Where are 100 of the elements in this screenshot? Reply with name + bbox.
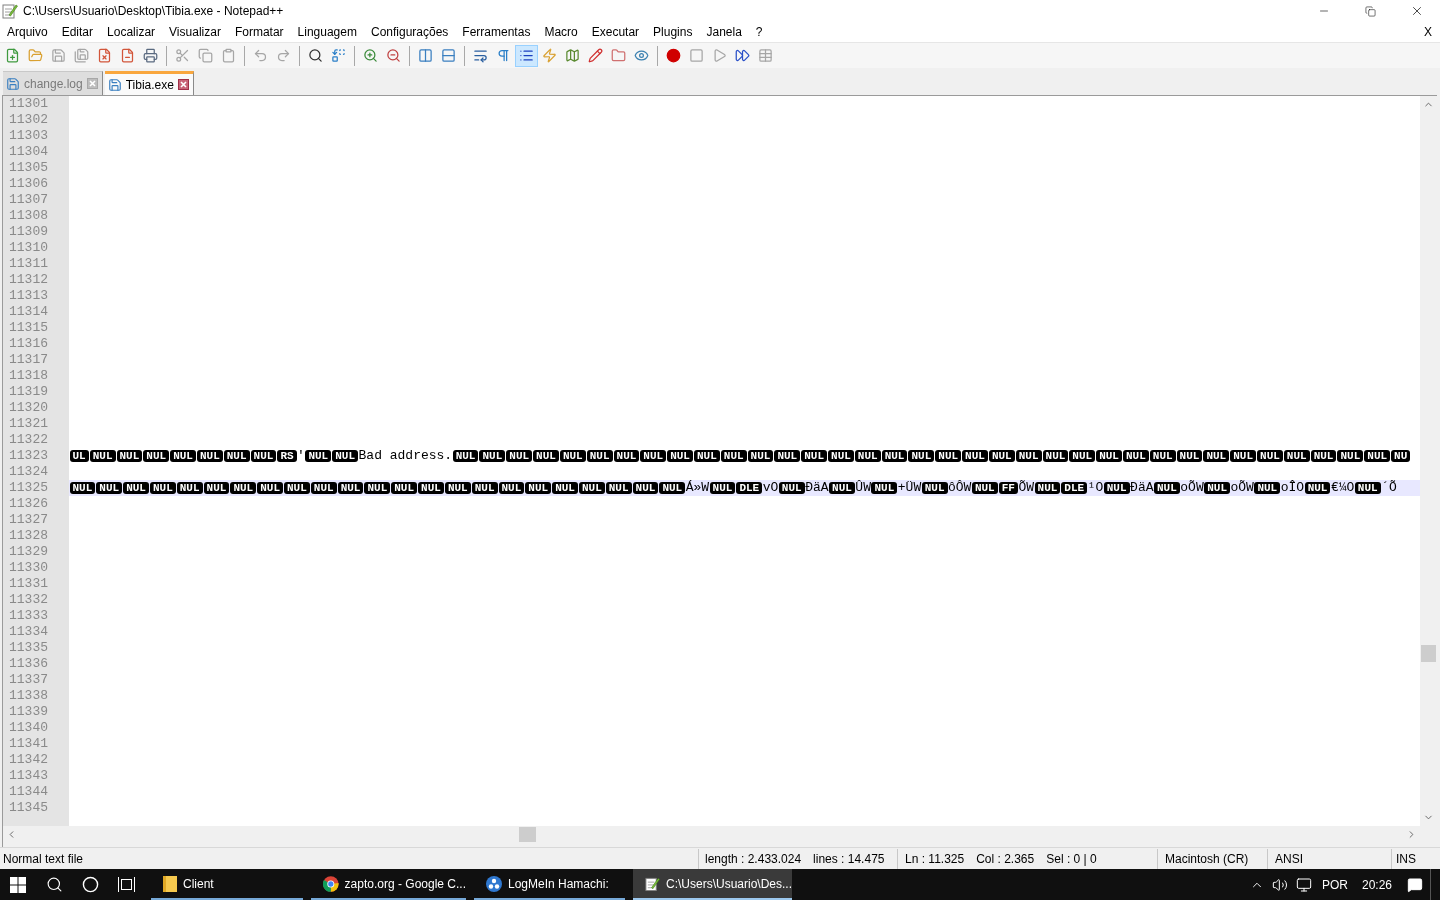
control-character: NUL <box>203 482 230 494</box>
control-character: NUL <box>471 482 498 494</box>
line-number: 11301 <box>8 96 49 112</box>
control-character: NUL <box>1310 450 1337 462</box>
menu-item[interactable]: Plugins <box>646 22 700 42</box>
control-character: NUL <box>230 482 257 494</box>
control-character: NUL <box>578 482 605 494</box>
line-number: 11337 <box>8 672 49 688</box>
control-character: NUL <box>1103 482 1130 494</box>
control-character: NUL <box>720 450 747 462</box>
control-character: NUL <box>305 450 332 462</box>
line-text: ÛW <box>855 480 871 496</box>
line-number: 11329 <box>8 544 49 560</box>
control-character: NUL <box>1254 482 1281 494</box>
line-number: 11306 <box>8 176 49 192</box>
line-number: 11317 <box>8 352 49 368</box>
language-indicator[interactable]: POR <box>1315 869 1354 900</box>
control-character: NUL <box>223 450 250 462</box>
control-character: NUL <box>364 482 391 494</box>
close-document-button[interactable]: X <box>1416 22 1440 42</box>
control-character: NUL <box>1015 450 1042 462</box>
control-character: FF <box>998 482 1018 494</box>
line-number: 11343 <box>8 768 49 784</box>
control-character: NUL <box>337 482 364 494</box>
taskbar-app-button[interactable]: LogMeIn Hamachi: <box>474 869 625 900</box>
control-character: DLE <box>1061 482 1088 494</box>
control-character: NUL <box>123 482 149 494</box>
menu-item[interactable]: Linguagem <box>290 22 364 42</box>
status-text: INS <box>1396 850 1416 867</box>
taskbar-app-button[interactable]: zapto.org - Google C... <box>311 869 466 900</box>
line-number: 11311 <box>8 256 49 272</box>
control-character: NUL <box>1257 450 1283 462</box>
control-character: NUL <box>709 482 736 494</box>
control-character: NUL <box>640 450 667 462</box>
control-character: NUL <box>444 482 471 494</box>
menu-item[interactable]: Executar <box>584 22 647 42</box>
control-character: NUL <box>498 482 525 494</box>
control-character: NUL <box>418 482 444 494</box>
control-character: NUL <box>693 450 720 462</box>
control-character: NUL <box>908 450 935 462</box>
taskbar-app-button[interactable]: Client <box>151 869 303 900</box>
line-text: Bad address. <box>358 448 453 464</box>
menu-item[interactable]: Configurações <box>363 22 456 42</box>
scrollbar-thumb[interactable] <box>519 827 536 842</box>
status-text: Col : 2.365 <box>976 850 1035 867</box>
status-text: Ln : 11.325 <box>905 850 965 867</box>
control-character: NUL <box>176 482 203 494</box>
control-character: NUL <box>1176 450 1203 462</box>
window-title: C:\Users\Usuario\Desktop\Tibia.exe - Notepad++ <box>23 3 284 19</box>
text-area[interactable] <box>69 96 1420 826</box>
clock[interactable]: 20:26 <box>1353 869 1400 900</box>
folder-icon <box>163 875 177 892</box>
close-icon[interactable] <box>177 79 189 90</box>
control-character: NUL <box>479 450 506 462</box>
menu-item[interactable]: Visualizar <box>162 22 228 42</box>
line-number: 11307 <box>8 192 49 208</box>
status-text: Normal text file <box>3 850 84 867</box>
control-character: NUL <box>559 450 586 462</box>
line-number: 11332 <box>8 592 49 608</box>
document-tab[interactable]: Tibia.exe <box>104 71 194 95</box>
line-number: 11304 <box>8 144 49 160</box>
menu-item[interactable]: Ferramentas <box>455 22 538 42</box>
line-number: 11308 <box>8 208 49 224</box>
scrollbar-thumb[interactable] <box>1421 645 1436 662</box>
line-number: 11321 <box>8 416 49 432</box>
menu-item[interactable]: Editar <box>54 22 101 42</box>
menu-item[interactable]: Macro <box>537 22 585 42</box>
menu-item[interactable]: Localizar <box>100 22 163 42</box>
line-number: 11302 <box>8 112 49 128</box>
line-number: 11312 <box>8 272 49 288</box>
line-number: 11315 <box>8 320 49 336</box>
control-character: NUL <box>332 450 359 462</box>
line-text: oÎO <box>1280 480 1305 496</box>
speaker-icon <box>1271 876 1288 893</box>
menu-item[interactable]: Janela <box>699 22 749 42</box>
line-text: ÕW <box>1018 480 1035 496</box>
control-character: NUL <box>1042 450 1069 462</box>
status-text: ANSI <box>1275 850 1303 867</box>
line-text: ' <box>297 448 305 464</box>
menu-item[interactable]: Formatar <box>227 22 291 42</box>
control-character: NUL <box>971 482 998 494</box>
menu-item[interactable]: ? <box>748 22 770 42</box>
control-character: NUL <box>1034 482 1061 494</box>
control-character: NUL <box>533 450 559 462</box>
line-number: 11326 <box>8 496 49 512</box>
monitor-icon <box>1295 876 1312 893</box>
message-icon <box>1407 876 1423 893</box>
line-text: €¼O <box>1330 480 1355 496</box>
line-number: 11323 <box>8 448 49 464</box>
line-number: 11303 <box>8 128 49 144</box>
line-number: 11325 <box>8 480 49 496</box>
menu-item[interactable]: Arquivo <box>0 22 55 42</box>
line-number: 11313 <box>8 288 49 304</box>
taskbar-app-button[interactable]: C:\Users\Usuario\Des... <box>633 869 792 900</box>
line-number: 11310 <box>8 240 49 256</box>
line-text: ÐäA <box>805 480 829 496</box>
line-number: 11345 <box>8 800 49 816</box>
control-character: NUL <box>586 450 613 462</box>
control-character: NUL <box>525 482 552 494</box>
control-character: NUL <box>310 482 337 494</box>
